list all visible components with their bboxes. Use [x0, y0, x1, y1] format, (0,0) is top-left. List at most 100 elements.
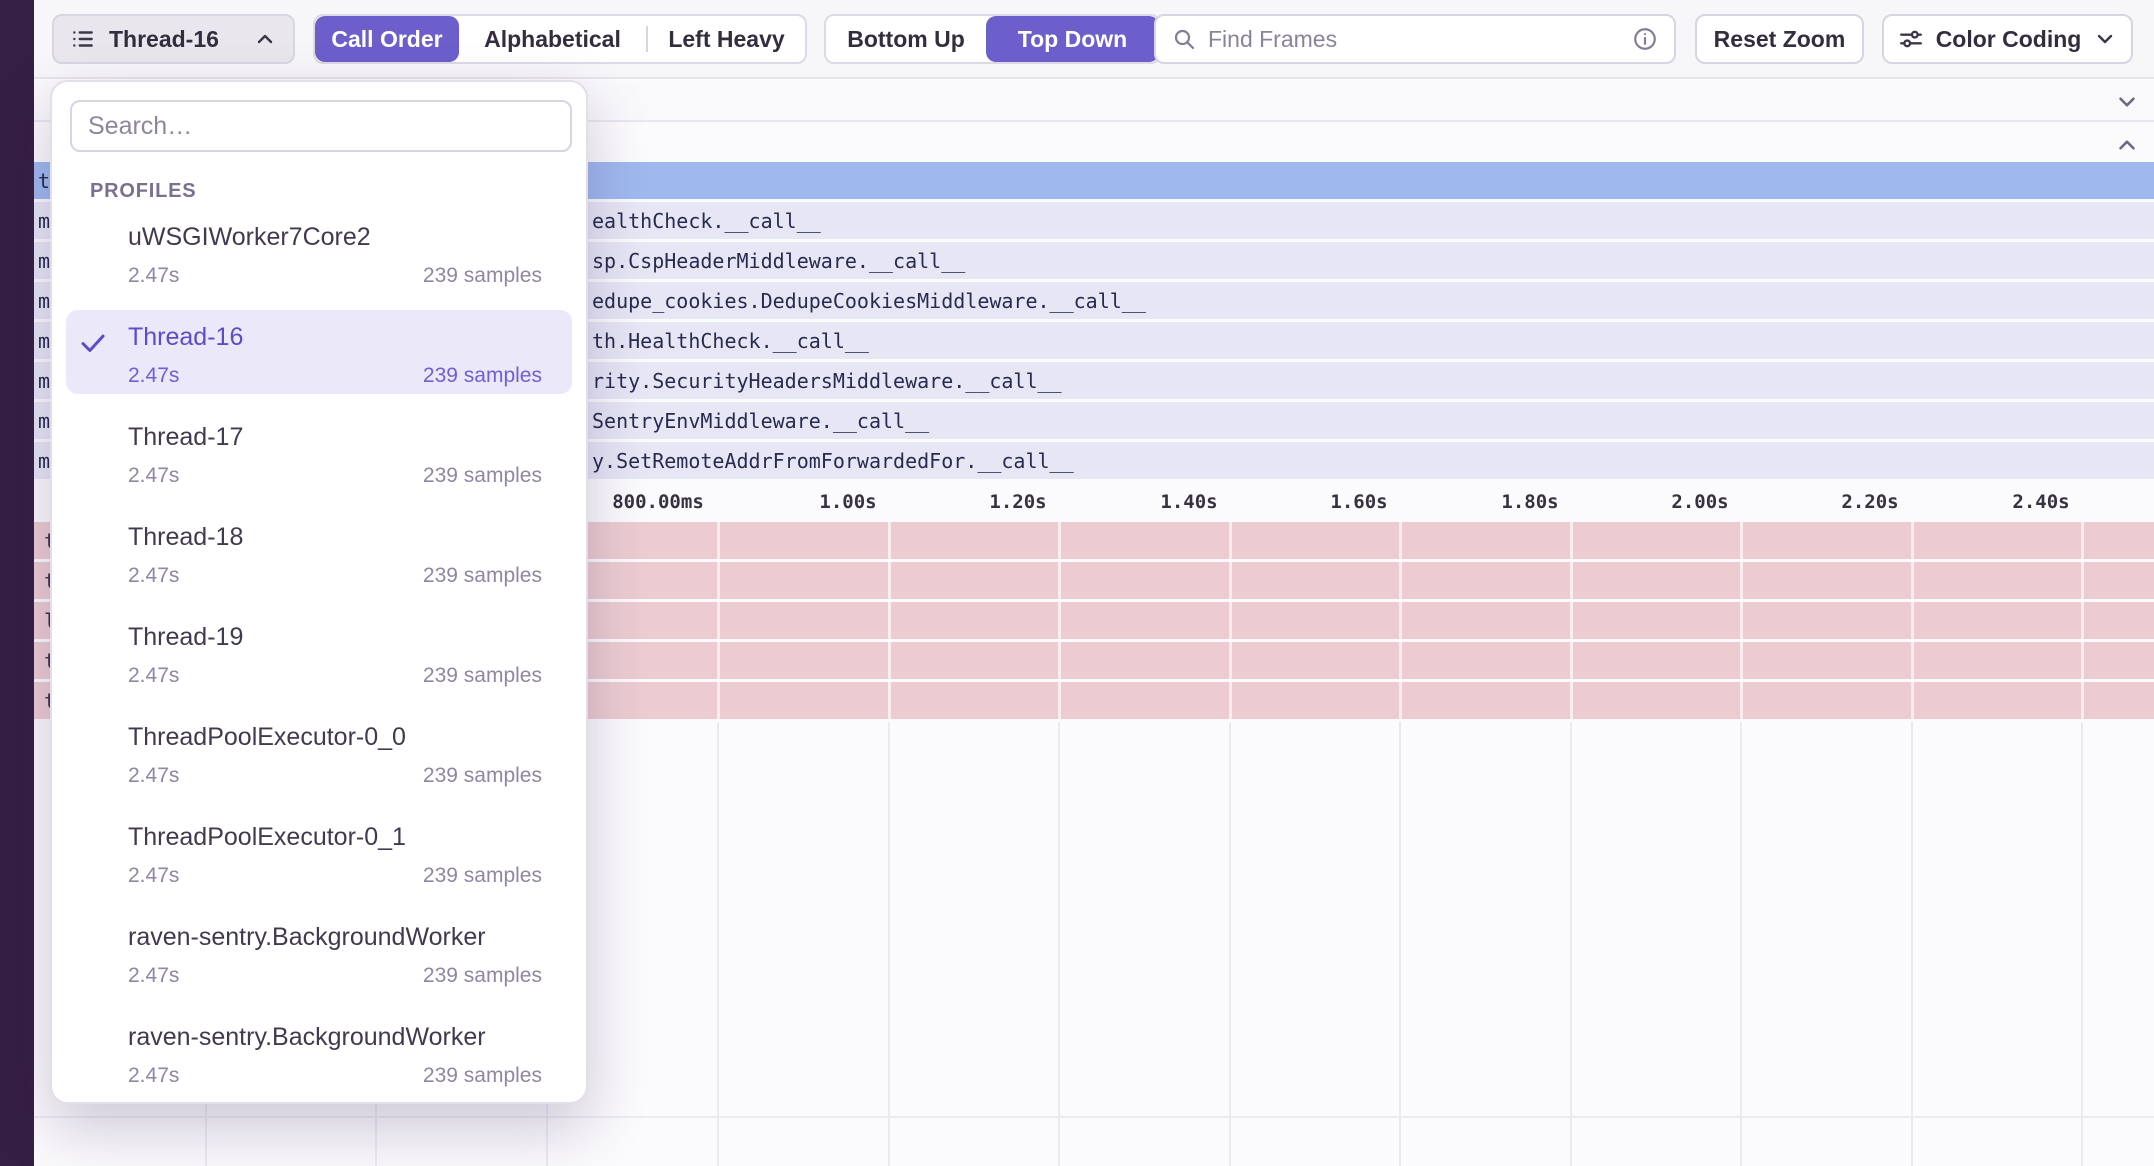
profile-option[interactable]: ThreadPoolExecutor-0_1 2.47s 239 samples: [52, 802, 586, 902]
axis-tick: 1.60s: [1330, 491, 1387, 513]
profile-search-input[interactable]: [88, 112, 554, 141]
list-icon: [70, 26, 96, 52]
axis-tick: 1.40s: [1160, 491, 1217, 513]
profile-options-list: uWSGIWorker7Core2 2.47s 239 samples Threa…: [52, 202, 586, 1102]
profile-name: Thread-17: [128, 423, 243, 452]
color-coding-label: Color Coding: [1936, 26, 2082, 53]
profile-name: ThreadPoolExecutor-0_0: [128, 723, 406, 752]
gridline: [2081, 722, 2083, 1166]
profile-samples: 239 samples: [423, 264, 542, 288]
reset-zoom-label: Reset Zoom: [1714, 26, 1846, 53]
search-icon: [1172, 27, 1196, 51]
profile-samples: 239 samples: [423, 964, 542, 988]
thread-dropdown-panel: PROFILES uWSGIWorker7Core2 2.47s 239 samp…: [50, 80, 588, 1104]
gridline: [1058, 722, 1060, 1166]
chevron-up-icon[interactable]: [2114, 132, 2140, 158]
gridline: [1399, 722, 1401, 1166]
profile-option[interactable]: uWSGIWorker7Core2 2.47s 239 samples: [52, 202, 586, 302]
profile-option[interactable]: Thread-17 2.47s 239 samples: [52, 402, 586, 502]
gridline: [717, 522, 720, 719]
gridline: [1570, 522, 1573, 719]
profile-duration: 2.47s: [128, 1064, 179, 1088]
tab-bottom-up[interactable]: Bottom Up: [826, 16, 986, 62]
frame-text-fragment: m: [38, 449, 50, 473]
gridline: [1740, 722, 1742, 1166]
frame-text-fragment: m: [38, 329, 50, 353]
axis-tick: 2.00s: [1671, 491, 1728, 513]
profile-name: Thread-16: [128, 323, 243, 352]
section-divider: [34, 1116, 2154, 1118]
profile-duration: 2.47s: [128, 264, 179, 288]
profile-name: Thread-18: [128, 523, 243, 552]
gridline: [717, 722, 719, 1166]
color-coding-button[interactable]: Color Coding: [1882, 14, 2133, 64]
gridline: [1229, 722, 1231, 1166]
tab-left-heavy[interactable]: Left Heavy: [648, 16, 805, 62]
gridline: [1570, 722, 1572, 1166]
axis-tick: 1.20s: [989, 491, 1046, 513]
frame-text-fragment: m: [38, 369, 50, 393]
profile-option[interactable]: raven-sentry.BackgroundWorker 2.47s239 s…: [52, 902, 586, 1002]
profile-samples: 239 samples: [423, 564, 542, 588]
profile-samples: 239 samples: [423, 464, 542, 488]
profile-option[interactable]: Thread-19 2.47s239 samples: [52, 602, 586, 702]
chevron-down-icon[interactable]: [2114, 89, 2140, 115]
profile-samples: 239 samples: [423, 1064, 542, 1088]
frame-label: ealthCheck.__call__: [592, 209, 821, 233]
axis-tick: 800.00ms: [612, 491, 704, 513]
frame-text-fragment: m: [38, 249, 50, 273]
profile-option[interactable]: Thread-18 2.47s239 samples: [52, 502, 586, 602]
frame-text-fragment: m: [38, 409, 50, 433]
profiler-screen: t m ealthCheck.__call__ m sp.CspHeaderMi…: [0, 0, 2154, 1166]
chevron-down-icon: [2093, 27, 2117, 51]
profile-samples: 239 samples: [423, 864, 542, 888]
app-sidebar-strip: [0, 0, 34, 1166]
frame-label: sp.CspHeaderMiddleware.__call__: [592, 249, 965, 273]
frame-label: edupe_cookies.DedupeCookiesMiddleware.__…: [592, 289, 1146, 313]
gridline: [1911, 522, 1914, 719]
axis-tick: 1.80s: [1501, 491, 1558, 513]
profile-option[interactable]: raven-sentry.BackgroundWorker 2.47s 239 s…: [52, 1002, 586, 1102]
profile-samples: 239 samples: [423, 664, 542, 688]
profile-duration: 2.47s: [128, 364, 179, 388]
frame-label: rity.SecurityHeadersMiddleware.__call__: [592, 369, 1062, 393]
thread-selector-button[interactable]: Thread-16: [52, 14, 295, 64]
thread-selector-label: Thread-16: [109, 26, 219, 53]
profile-duration: 2.47s: [128, 664, 179, 688]
frame-label: SentryEnvMiddleware.__call__: [592, 409, 929, 433]
profile-search-box: [70, 100, 572, 152]
profile-name: ThreadPoolExecutor-0_1: [128, 823, 406, 852]
tab-alphabetical[interactable]: Alphabetical: [459, 16, 646, 62]
gridline: [1399, 522, 1402, 719]
profile-option[interactable]: ThreadPoolExecutor-0_0 2.47s 239 samples: [52, 702, 586, 802]
find-frames-search: [1154, 14, 1676, 64]
gridline: [888, 522, 891, 719]
axis-tick: 1.00s: [819, 491, 876, 513]
gridline: [1229, 522, 1232, 719]
profile-duration: 2.47s: [128, 764, 179, 788]
tab-call-order[interactable]: Call Order: [315, 16, 459, 62]
find-frames-input[interactable]: [1208, 26, 1620, 53]
profile-option-selected[interactable]: Thread-16 2.47s 239 samples: [52, 302, 586, 402]
axis-tick: 2.40s: [2012, 491, 2069, 513]
profile-samples: 239 samples: [423, 364, 542, 388]
profile-duration: 2.47s: [128, 964, 179, 988]
order-segmented-control: Call Order Alphabetical Left Heavy: [313, 14, 807, 64]
profile-name: raven-sentry.BackgroundWorker: [128, 1023, 486, 1052]
profiles-section-label: PROFILES: [90, 180, 196, 203]
profile-duration: 2.47s: [128, 864, 179, 888]
frame-text-fragment: t: [38, 169, 50, 193]
profile-name: uWSGIWorker7Core2: [128, 223, 371, 252]
gridline: [2081, 522, 2084, 719]
tab-top-down[interactable]: Top Down: [986, 16, 1159, 62]
gridline: [888, 722, 890, 1166]
profile-samples: 239 samples: [423, 764, 542, 788]
axis-tick: 2.20s: [1841, 491, 1898, 513]
info-icon[interactable]: [1632, 26, 1658, 52]
gridline: [1740, 522, 1743, 719]
frame-text-fragment: m: [38, 209, 50, 233]
reset-zoom-button[interactable]: Reset Zoom: [1695, 14, 1864, 64]
profile-duration: 2.47s: [128, 464, 179, 488]
sliders-icon: [1898, 26, 1924, 52]
direction-segmented-control: Bottom Up Top Down: [824, 14, 1161, 64]
